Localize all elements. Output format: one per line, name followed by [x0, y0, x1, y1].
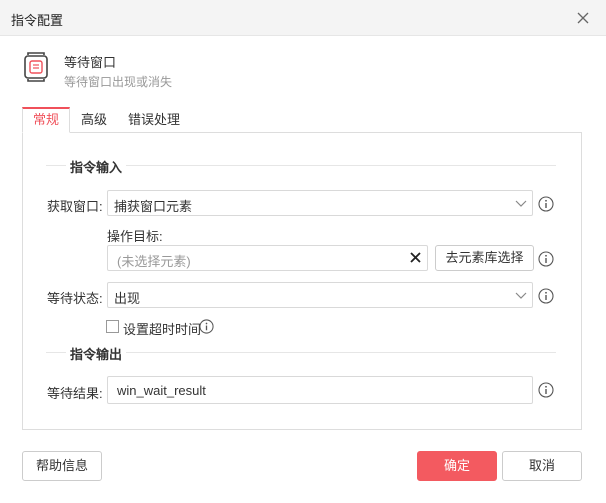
wait-state-select[interactable]: 出现 — [107, 282, 533, 308]
result-value: win_wait_result — [117, 383, 206, 398]
chevron-down-icon — [515, 200, 527, 207]
info-icon[interactable] — [199, 319, 214, 334]
tab-general[interactable]: 常规 — [22, 107, 70, 133]
get-window-value: 捕获窗口元素 — [114, 199, 193, 214]
dialog-title: 指令配置 — [11, 13, 64, 28]
cancel-button[interactable]: 取消 — [502, 451, 582, 481]
get-window-label: 获取窗口: — [47, 199, 103, 214]
timeout-checkbox[interactable] — [106, 320, 119, 333]
ok-button[interactable]: 确定 — [417, 451, 497, 481]
target-input[interactable]: (未选择元素) — [107, 245, 428, 271]
target-label: 操作目标: — [107, 229, 163, 244]
get-window-select[interactable]: 捕获窗口元素 — [107, 190, 533, 216]
tab-advanced[interactable]: 高级 — [74, 107, 114, 133]
target-placeholder: (未选择元素) — [117, 254, 191, 269]
wait-state-value: 出现 — [114, 291, 141, 306]
info-icon[interactable] — [538, 251, 554, 267]
result-label: 等待结果: — [47, 386, 103, 401]
pick-element-button[interactable]: 去元素库选择 — [435, 245, 534, 271]
info-icon[interactable] — [538, 196, 554, 212]
wait-window-icon — [24, 52, 48, 82]
info-icon[interactable] — [538, 382, 554, 398]
close-icon[interactable] — [574, 9, 592, 27]
help-button[interactable]: 帮助信息 — [22, 451, 102, 481]
wait-state-label: 等待状态: — [47, 291, 103, 306]
output-section-title: 指令输出 — [66, 344, 127, 363]
info-icon[interactable] — [538, 288, 554, 304]
result-input[interactable]: win_wait_result — [107, 376, 533, 404]
dialog-titlebar: 指令配置 — [0, 0, 606, 36]
clear-icon[interactable] — [410, 252, 421, 263]
input-section-title: 指令输入 — [66, 157, 127, 176]
command-description: 等待窗口出现或消失 — [64, 75, 173, 89]
command-name: 等待窗口 — [64, 55, 117, 70]
chevron-down-icon — [515, 292, 527, 299]
timeout-label: 设置超时时间 — [123, 322, 202, 337]
tab-error-handling[interactable]: 错误处理 — [122, 107, 186, 133]
